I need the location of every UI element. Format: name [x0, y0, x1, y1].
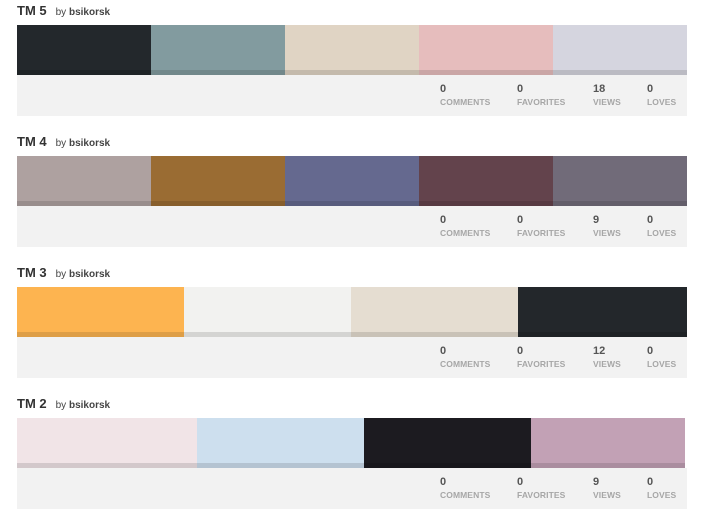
- palette-card: TM 4 by bsikorsk 0 COMMENTS 0 FAVORITES: [17, 134, 687, 247]
- favorites-label: FAVORITES: [517, 228, 566, 238]
- color-swatch[interactable]: [285, 156, 419, 206]
- by-label: by: [55, 138, 67, 149]
- palette-swatches[interactable]: [17, 156, 687, 206]
- color-swatch[interactable]: [17, 156, 151, 206]
- comments-stat[interactable]: 0 COMMENTS: [440, 476, 490, 501]
- favorites-stat[interactable]: 0 FAVORITES: [517, 345, 565, 370]
- color-swatch[interactable]: [151, 156, 285, 206]
- loves-count: 0: [647, 345, 654, 357]
- comments-count: 0: [440, 83, 447, 95]
- palette-swatches[interactable]: [17, 25, 687, 75]
- comments-count: 0: [440, 476, 447, 488]
- favorites-count: 0: [517, 83, 524, 95]
- favorites-count: 0: [517, 345, 524, 357]
- palette-swatches[interactable]: [17, 287, 687, 337]
- palette-byline: by bsikorsk: [56, 269, 110, 280]
- author-link[interactable]: bsikorsk: [69, 7, 110, 18]
- favorites-label: FAVORITES: [517, 97, 566, 107]
- comments-count: 0: [440, 345, 447, 357]
- loves-label: LOVES: [647, 97, 677, 107]
- comments-label: COMMENTS: [440, 228, 491, 238]
- color-swatch[interactable]: [151, 25, 285, 75]
- comments-stat[interactable]: 0 COMMENTS: [440, 83, 490, 108]
- favorites-label: FAVORITES: [517, 359, 566, 369]
- loves-stat[interactable]: 0 LOVES: [647, 476, 676, 501]
- palette-title[interactable]: TM 2: [17, 396, 47, 411]
- views-count: 9: [593, 214, 600, 226]
- views-stat: 9 VIEWS: [593, 476, 621, 501]
- favorites-stat[interactable]: 0 FAVORITES: [517, 214, 565, 239]
- palette-byline: by bsikorsk: [56, 7, 110, 18]
- comments-stat[interactable]: 0 COMMENTS: [440, 214, 490, 239]
- color-swatch[interactable]: [184, 287, 351, 337]
- by-label: by: [55, 7, 67, 18]
- favorites-count: 0: [517, 214, 524, 226]
- palette-card: TM 2 by bsikorsk 0 COMMENTS 0 FAVORITES …: [17, 396, 687, 509]
- views-count: 18: [593, 83, 606, 95]
- color-swatch[interactable]: [351, 287, 518, 337]
- palette-header: TM 4 by bsikorsk: [17, 134, 687, 156]
- palette-byline: by bsikorsk: [56, 400, 110, 411]
- views-count: 9: [593, 476, 600, 488]
- loves-stat[interactable]: 0 LOVES: [647, 214, 676, 239]
- views-stat: 12 VIEWS: [593, 345, 621, 370]
- palette-swatches[interactable]: [17, 418, 687, 468]
- color-swatch[interactable]: [419, 156, 553, 206]
- color-swatch[interactable]: [285, 25, 419, 75]
- views-label: VIEWS: [593, 490, 621, 500]
- loves-label: LOVES: [647, 490, 677, 500]
- views-label: VIEWS: [593, 97, 621, 107]
- views-count: 12: [593, 345, 606, 357]
- palette-card: TM 3 by bsikorsk 0 COMMENTS 0 FAVORITES …: [17, 265, 687, 378]
- color-swatch[interactable]: [553, 156, 687, 206]
- comments-label: COMMENTS: [440, 97, 491, 107]
- comments-count: 0: [440, 214, 447, 226]
- color-swatch[interactable]: [364, 418, 531, 468]
- palette-header: TM 2 by bsikorsk: [17, 396, 687, 418]
- favorites-count: 0: [517, 476, 524, 488]
- color-swatch[interactable]: [17, 25, 151, 75]
- palette-stats: 0 COMMENTS 0 FAVORITES 9 VIEWS 0 LOVES: [17, 206, 687, 247]
- comments-label: COMMENTS: [440, 359, 491, 369]
- by-label: by: [55, 269, 67, 280]
- loves-label: LOVES: [647, 228, 677, 238]
- favorites-stat[interactable]: 0 FAVORITES: [517, 476, 565, 501]
- loves-stat[interactable]: 0 LOVES: [647, 83, 676, 108]
- views-stat: 18 VIEWS: [593, 83, 621, 108]
- color-swatch[interactable]: [518, 287, 687, 337]
- palette-stats: 0 COMMENTS 0 FAVORITES 9 VIEWS 0 LOVES: [17, 468, 687, 509]
- loves-count: 0: [647, 476, 654, 488]
- color-swatch[interactable]: [553, 25, 687, 75]
- palette-title[interactable]: TM 5: [17, 3, 47, 18]
- favorites-label: FAVORITES: [517, 490, 566, 500]
- author-link[interactable]: bsikorsk: [69, 400, 110, 411]
- color-swatch[interactable]: [197, 418, 364, 468]
- loves-stat[interactable]: 0 LOVES: [647, 345, 676, 370]
- loves-count: 0: [647, 214, 654, 226]
- color-swatch[interactable]: [17, 287, 184, 337]
- color-swatch[interactable]: [531, 418, 685, 468]
- favorites-stat[interactable]: 0 FAVORITES: [517, 83, 565, 108]
- palette-header: TM 5 by bsikorsk: [17, 3, 687, 25]
- palette-stats: 0 COMMENTS 0 FAVORITES 18 VIEWS 0 LOVES: [17, 75, 687, 116]
- views-label: VIEWS: [593, 359, 621, 369]
- author-link[interactable]: bsikorsk: [69, 269, 110, 280]
- loves-label: LOVES: [647, 359, 677, 369]
- by-label: by: [55, 400, 67, 411]
- palette-card: TM 5 by bsikorsk 0 COMMENTS 0 FAVORITES: [17, 3, 687, 116]
- views-stat: 9 VIEWS: [593, 214, 621, 239]
- color-swatch[interactable]: [419, 25, 553, 75]
- palette-stats: 0 COMMENTS 0 FAVORITES 12 VIEWS 0 LOVES: [17, 337, 687, 378]
- palette-title[interactable]: TM 3: [17, 265, 47, 280]
- palette-byline: by bsikorsk: [56, 138, 110, 149]
- color-swatch[interactable]: [17, 418, 197, 468]
- loves-count: 0: [647, 83, 654, 95]
- comments-label: COMMENTS: [440, 490, 491, 500]
- views-label: VIEWS: [593, 228, 621, 238]
- palette-title[interactable]: TM 4: [17, 134, 47, 149]
- palette-header: TM 3 by bsikorsk: [17, 265, 687, 287]
- author-link[interactable]: bsikorsk: [69, 138, 110, 149]
- comments-stat[interactable]: 0 COMMENTS: [440, 345, 490, 370]
